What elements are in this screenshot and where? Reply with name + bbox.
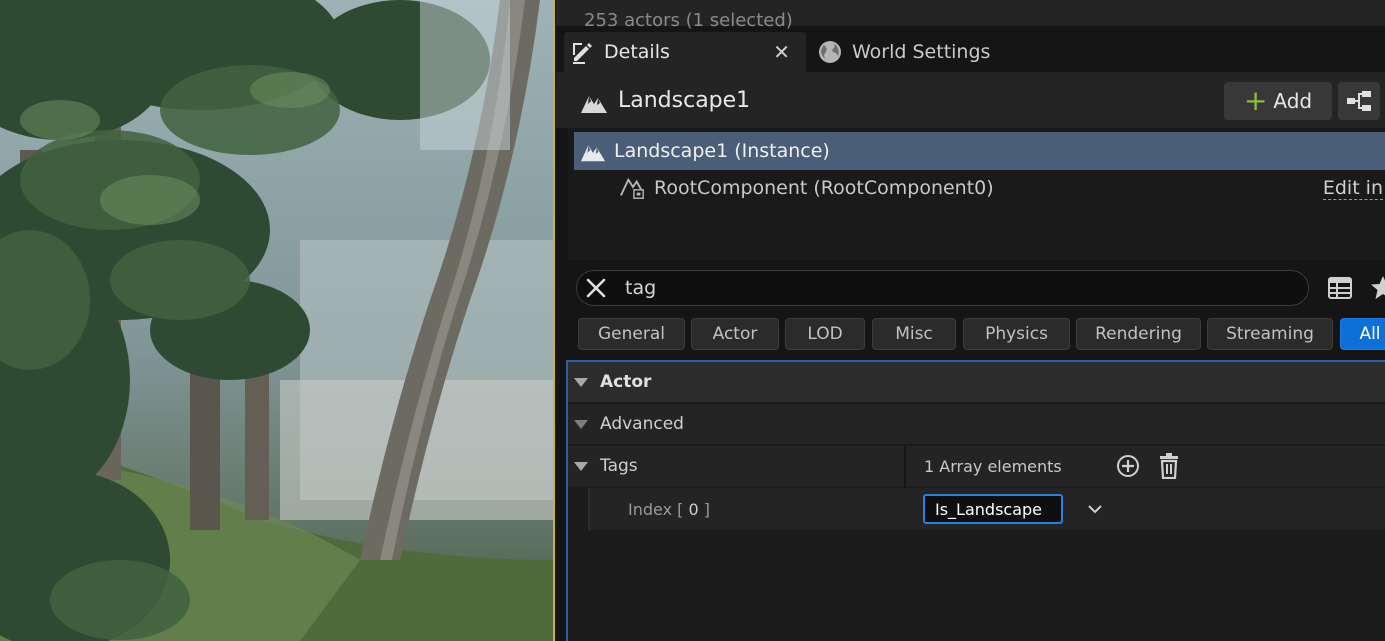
filter-physics[interactable]: Physics — [963, 318, 1070, 350]
filter-rendering[interactable]: Rendering — [1076, 318, 1201, 350]
tab-details-label: Details — [604, 41, 670, 63]
search-box — [576, 270, 1309, 306]
category-advanced[interactable]: Advanced — [568, 404, 1385, 444]
table-view-icon[interactable] — [1328, 276, 1352, 300]
tab-world-settings-label: World Settings — [852, 41, 991, 63]
actor-count-text: 253 actors (1 selected) — [584, 10, 793, 31]
filter-lod[interactable]: LOD — [785, 318, 865, 350]
index-label-prefix: Index [ — [628, 500, 684, 519]
forest-scene-image — [0, 0, 554, 641]
component-label-instance: Landscape1 (Instance) — [614, 140, 830, 162]
property-list: Actor Advanced Tags 1 Array elements Ind… — [566, 360, 1385, 641]
pencil-icon — [573, 43, 592, 64]
category-filter-bar: General Actor LOD Misc Physics Rendering… — [556, 318, 1385, 352]
array-element-row: Index [ 0 ] — [568, 488, 1385, 530]
tag-value-input[interactable] — [923, 494, 1063, 524]
details-panel-area: 253 actors (1 selected) Details ✕ World … — [556, 0, 1385, 641]
component-tree: Landscape1 (Instance) RootComponent (Roo… — [568, 128, 1385, 260]
indent-bar — [568, 488, 588, 530]
root-component-icon — [620, 177, 644, 199]
viewport-border — [553, 0, 555, 641]
component-row-root[interactable]: RootComponent (RootComponent0) Edit in — [574, 169, 1385, 207]
actor-header: Landscape1 + Add — [556, 72, 1385, 128]
indent-line — [588, 488, 590, 530]
expand-arrow-icon — [574, 461, 588, 471]
add-button-label: Add — [1273, 89, 1313, 113]
add-element-icon[interactable] — [1116, 454, 1140, 478]
edit-in-link[interactable]: Edit in — [1322, 177, 1383, 200]
array-count-text: 1 Array elements — [924, 457, 1062, 476]
globe-icon — [819, 41, 841, 63]
expand-arrow-icon — [574, 377, 588, 387]
landscape-icon — [580, 145, 606, 162]
filter-misc[interactable]: Misc — [872, 318, 956, 350]
landscape-icon — [581, 96, 607, 113]
search-row — [556, 266, 1385, 310]
filter-general[interactable]: General — [578, 318, 685, 350]
close-icon[interactable]: ✕ — [773, 40, 790, 64]
category-advanced-label: Advanced — [600, 414, 684, 434]
blueprint-button[interactable] — [1338, 82, 1380, 120]
clear-search-icon[interactable] — [585, 277, 607, 299]
trash-icon[interactable] — [1158, 453, 1180, 479]
expand-arrow-icon — [574, 419, 588, 429]
plus-icon: + — [1243, 84, 1268, 117]
filter-all[interactable]: All — [1340, 318, 1385, 350]
star-icon[interactable] — [1370, 275, 1385, 301]
blueprint-icon — [1347, 91, 1371, 111]
index-number: 0 — [688, 500, 699, 519]
filter-actor[interactable]: Actor — [691, 318, 779, 350]
outliner-status-bar: 253 actors (1 selected) — [556, 0, 1385, 31]
tab-details[interactable]: Details ✕ — [564, 32, 806, 72]
category-actor[interactable]: Actor — [568, 362, 1385, 402]
tab-world-settings[interactable]: World Settings — [818, 32, 990, 72]
component-row-instance[interactable]: Landscape1 (Instance) — [574, 132, 1385, 170]
category-actor-label: Actor — [600, 372, 652, 392]
filter-streaming[interactable]: Streaming — [1207, 318, 1333, 350]
component-label-root: RootComponent (RootComponent0) — [654, 177, 994, 199]
chevron-down-icon[interactable] — [1086, 500, 1104, 518]
property-search-input[interactable] — [625, 274, 1285, 302]
add-component-button[interactable]: + Add — [1224, 82, 1332, 120]
index-label: Index [ 0 ] — [628, 500, 710, 519]
index-label-suffix: ] — [703, 500, 710, 519]
panel-tab-bar: Details ✕ World Settings — [556, 32, 1385, 72]
property-tags-label: Tags — [600, 456, 638, 476]
level-viewport[interactable] — [0, 0, 554, 641]
actor-name: Landscape1 — [618, 88, 751, 113]
